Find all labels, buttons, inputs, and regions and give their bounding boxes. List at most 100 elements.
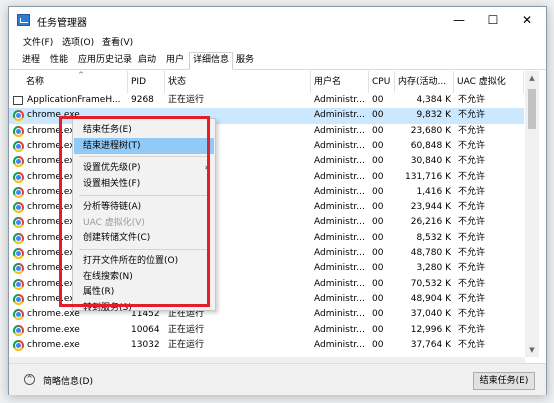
- cell-status: 正在运行: [168, 324, 205, 335]
- chevron-up-icon[interactable]: ^: [24, 374, 35, 385]
- cell-user: Administr...: [314, 339, 365, 350]
- chrome-icon: [13, 232, 24, 244]
- context-menu-item-label: 分析等待链(A): [83, 201, 142, 212]
- chrome-icon: [13, 171, 24, 183]
- cell-uac: 不允许: [458, 293, 486, 304]
- cell-user: Administr...: [314, 217, 365, 228]
- column-header-status[interactable]: 状态: [165, 71, 311, 93]
- column-header-cpu[interactable]: CPU: [369, 71, 395, 93]
- scroll-up-icon[interactable]: ▲: [525, 71, 539, 85]
- cell-status: 正在运行: [168, 95, 205, 105]
- context-menu-item: UAC 虚拟化(V): [74, 215, 214, 231]
- scroll-down-icon[interactable]: ▼: [525, 343, 539, 357]
- cell-uac: 不允许: [458, 95, 486, 105]
- cell-uac: 不允许: [458, 186, 486, 197]
- column-header-name[interactable]: ^ 名称: [23, 71, 128, 93]
- footer-bar: ^ 简略信息(D) 结束任务(E): [9, 363, 546, 395]
- cell-pid: 10064: [131, 324, 160, 335]
- cell-uac: 不允许: [458, 324, 486, 335]
- cell-uac: 不允许: [458, 125, 486, 136]
- tab-strip: 进程 性能 应用历史记录 启动 用户 详细信息 服务: [9, 51, 546, 70]
- tab-performance[interactable]: 性能: [47, 53, 71, 68]
- cell-uac: 不允许: [458, 217, 486, 228]
- cell-name: ApplicationFrameH...: [27, 95, 121, 105]
- table-row[interactable]: ApplicationFrameH... 9268 正在运行 Administr...…: [9, 93, 524, 108]
- minimize-button[interactable]: —: [442, 7, 476, 33]
- column-header-user[interactable]: 用户名: [311, 71, 369, 93]
- context-menu-item[interactable]: 打开文件所在的位置(O): [74, 253, 214, 269]
- cell-uac: 不允许: [458, 263, 486, 274]
- cell-user: Administr...: [314, 263, 365, 274]
- cell-mem: 12,996 K: [410, 324, 451, 335]
- cell-user: Administr...: [314, 324, 365, 335]
- chrome-icon: [13, 217, 24, 229]
- chrome-icon: [13, 202, 24, 214]
- column-header-memory[interactable]: 内存(活动...: [395, 71, 454, 93]
- tab-app-history[interactable]: 应用历史记录: [75, 53, 135, 68]
- cell-user: Administr...: [314, 186, 365, 197]
- cell-uac: 不允许: [458, 110, 486, 121]
- cell-mem: 60,848 K: [410, 140, 451, 151]
- cell-pid: 9268: [131, 95, 154, 105]
- context-menu: 结束任务(E) 结束进程树(T) 设置优先级(P) › 设置相关性(F) 分析等待链(A)…: [72, 118, 216, 313]
- cell-cpu: 00: [372, 156, 384, 167]
- cell-mem: 8,532 K: [416, 232, 451, 243]
- context-menu-item[interactable]: 创建转储文件(C): [74, 230, 214, 246]
- tab-services[interactable]: 服务: [233, 53, 257, 68]
- cell-mem: 48,904 K: [410, 293, 451, 304]
- window-title: 任务管理器: [37, 18, 87, 29]
- context-menu-item[interactable]: 设置优先级(P) ›: [74, 160, 214, 176]
- context-menu-item[interactable]: 属性(R): [74, 284, 214, 300]
- cell-uac: 不允许: [458, 278, 486, 289]
- cell-mem: 131,716 K: [405, 171, 451, 182]
- end-task-button[interactable]: 结束任务(E): [473, 372, 535, 390]
- scroll-thumb[interactable]: [528, 89, 536, 129]
- close-button[interactable]: ✕: [510, 7, 544, 33]
- cell-mem: 37,040 K: [410, 309, 451, 320]
- cell-cpu: 00: [372, 110, 384, 121]
- table-row[interactable]: chrome.exe 13032 正在运行 Administr... 00 37,764 …: [9, 338, 524, 353]
- menu-options[interactable]: 选项(O): [62, 35, 94, 48]
- chevron-right-icon: ›: [204, 163, 208, 173]
- column-header-pid[interactable]: PID: [128, 71, 165, 93]
- context-menu-item-label: 属性(R): [83, 287, 115, 298]
- cell-mem: 30,840 K: [410, 156, 451, 167]
- menu-view[interactable]: 查看(V): [102, 35, 133, 48]
- title-bar[interactable]: 任务管理器 — ☐ ✕: [9, 7, 546, 33]
- menu-file[interactable]: 文件(F): [23, 35, 53, 48]
- cell-cpu: 00: [372, 293, 384, 304]
- cell-cpu: 00: [372, 324, 384, 335]
- cell-uac: 不允许: [458, 309, 486, 320]
- context-menu-item[interactable]: 分析等待链(A): [74, 199, 214, 215]
- cell-uac: 不允许: [458, 171, 486, 182]
- column-header-uac[interactable]: UAC 虚拟化: [454, 71, 524, 93]
- context-menu-item[interactable]: 转到服务(S): [74, 300, 214, 316]
- context-menu-item-label: 设置优先级(P): [83, 163, 141, 174]
- chrome-icon: [13, 140, 24, 152]
- context-menu-item[interactable]: 结束进程树(T): [74, 137, 214, 154]
- chrome-icon: [13, 156, 24, 168]
- fewer-details-link[interactable]: 简略信息(D): [43, 374, 93, 387]
- vertical-scrollbar[interactable]: ▲ ▼: [525, 71, 539, 357]
- cell-cpu: 00: [372, 309, 384, 320]
- cell-name: chrome.exe: [27, 339, 80, 350]
- context-menu-item[interactable]: 结束任务(E): [74, 122, 214, 138]
- tab-startup[interactable]: 启动: [135, 53, 159, 68]
- context-menu-item-label: 在线搜索(N): [83, 271, 133, 282]
- tab-details[interactable]: 详细信息: [189, 52, 234, 70]
- menu-separator: [79, 194, 209, 196]
- table-row[interactable]: chrome.exe 10064 正在运行 Administr... 00 12,996 …: [9, 323, 524, 338]
- tab-processes[interactable]: 进程: [19, 53, 43, 68]
- context-menu-item[interactable]: 设置相关性(F): [74, 176, 214, 192]
- cell-uac: 不允许: [458, 140, 486, 151]
- cell-mem: 4,384 K: [416, 95, 451, 105]
- cell-user: Administr...: [314, 202, 365, 213]
- menu-separator: [79, 248, 209, 250]
- context-menu-item[interactable]: 在线搜索(N): [74, 269, 214, 285]
- context-menu-item-label: UAC 虚拟化(V): [83, 217, 145, 228]
- tab-users[interactable]: 用户: [163, 53, 187, 68]
- context-menu-item-label: 设置相关性(F): [83, 179, 141, 190]
- menu-separator: [79, 156, 209, 158]
- maximize-button[interactable]: ☐: [476, 7, 510, 33]
- cell-cpu: 00: [372, 248, 384, 258]
